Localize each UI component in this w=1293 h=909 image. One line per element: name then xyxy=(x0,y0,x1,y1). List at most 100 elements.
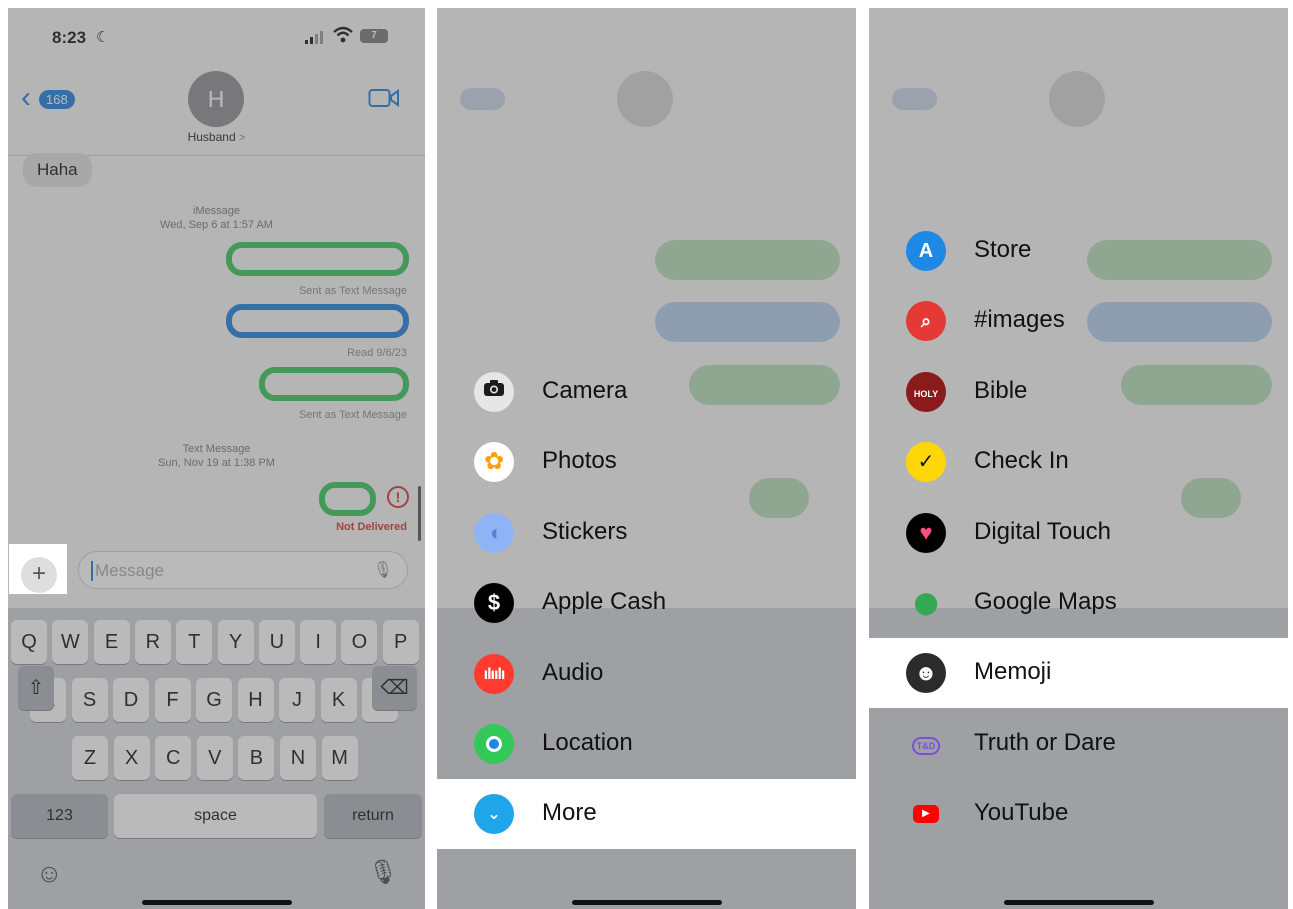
key-k[interactable]: K xyxy=(320,678,357,722)
key-e[interactable]: E xyxy=(93,620,130,664)
menu-item-stickers[interactable]: ◖ Stickers xyxy=(437,498,856,568)
key-d[interactable]: D xyxy=(113,678,149,722)
focus-moon-icon: ☾ xyxy=(96,29,110,46)
timestamp-service: iMessage xyxy=(192,205,241,217)
scroll-indicator xyxy=(418,486,421,541)
key-v[interactable]: V xyxy=(196,736,233,780)
menu-item-bible[interactable]: HOLY Bible xyxy=(869,357,1288,427)
key-h[interactable]: H xyxy=(237,678,274,722)
emoji-keyboard-icon[interactable]: ☺ xyxy=(36,858,63,889)
key-w[interactable]: W xyxy=(52,620,89,664)
key-g[interactable]: G xyxy=(196,678,232,722)
home-indicator xyxy=(571,900,722,905)
numbers-key[interactable]: 123 xyxy=(11,794,108,838)
menu-item-label: Photos xyxy=(542,447,617,475)
menu-item-digital-touch[interactable]: ♥ Digital Touch xyxy=(869,498,1288,568)
menu-item-camera[interactable]: Camera xyxy=(437,357,856,427)
key-m[interactable]: M xyxy=(321,736,358,780)
stickers-icon: ◖ xyxy=(474,512,514,553)
menu-item-label: Stickers xyxy=(542,517,628,545)
menu-item-apple-cash[interactable]: $ Apple Cash xyxy=(437,568,856,638)
menu-item-audio[interactable]: ılıılı Audio xyxy=(437,639,856,709)
menu-item-label: Apple Cash xyxy=(542,588,667,616)
home-indicator xyxy=(1003,900,1154,905)
key-t[interactable]: T xyxy=(176,620,213,664)
contact-name[interactable]: Husband > xyxy=(8,130,425,144)
key-z[interactable]: Z xyxy=(72,736,108,780)
images-icon: ⌕ xyxy=(906,301,946,342)
youtube-icon: ▶ xyxy=(906,794,946,834)
key-y[interactable]: Y xyxy=(217,620,254,664)
failed-message-bubble[interactable] xyxy=(319,482,376,516)
error-exclamation-icon[interactable]: ! xyxy=(387,486,409,508)
key-j[interactable]: J xyxy=(279,678,315,722)
menu-item-label: #images xyxy=(974,306,1065,334)
key-q[interactable]: Q xyxy=(11,620,47,664)
menu-item-label: Bible xyxy=(974,376,1028,404)
read-receipt: Read 9/6/23 xyxy=(347,347,407,359)
menu-item-check-in[interactable]: ✓ Check In xyxy=(869,427,1288,497)
more-icon: ⌄ xyxy=(474,794,514,835)
status-time: 8:23 xyxy=(52,28,87,47)
delivery-note: Sent as Text Message xyxy=(298,409,407,421)
received-message-bubble[interactable]: Haha xyxy=(23,153,92,187)
location-icon xyxy=(474,724,514,764)
key-r[interactable]: R xyxy=(134,620,171,664)
menu-item-photos[interactable]: ✿ Photos xyxy=(437,427,856,497)
key-b[interactable]: B xyxy=(238,736,275,780)
facetime-video-icon[interactable] xyxy=(368,88,400,108)
key-o[interactable]: O xyxy=(341,620,378,664)
more-apps-panel: A Store ⌕ #images HOLY Bible ✓ Check In ♥ Digital… xyxy=(869,8,1288,909)
cellular-signal-icon xyxy=(305,30,323,44)
menu-item-label: Camera xyxy=(542,377,628,404)
key-c[interactable]: C xyxy=(155,736,192,780)
menu-item-label: Check In xyxy=(974,447,1069,475)
home-indicator xyxy=(141,900,292,905)
digital-touch-icon: ♥ xyxy=(906,512,946,553)
menu-item-location[interactable]: Location xyxy=(437,709,856,779)
message-input[interactable]: Message 🎙 xyxy=(78,551,408,589)
keyboard-mic-icon[interactable]: 🎙 xyxy=(368,858,398,887)
delivery-note: Sent as Text Message xyxy=(298,285,407,297)
messages-conversation-panel: 8:23 ☾ 7 ‹ 168 H Husband > Haha iMessage… xyxy=(8,8,425,909)
menu-item-store[interactable]: A Store xyxy=(869,216,1288,286)
key-x[interactable]: X xyxy=(113,736,150,780)
battery-icon: 7 xyxy=(360,29,388,43)
sent-message-bubble[interactable] xyxy=(226,304,409,338)
key-f[interactable]: F xyxy=(154,678,191,722)
memoji-icon: ☻ xyxy=(906,653,946,694)
ghost-avatar xyxy=(1049,71,1105,127)
key-n[interactable]: N xyxy=(280,736,316,780)
menu-item-label: More xyxy=(542,799,597,827)
menu-item-label: Memoji xyxy=(974,658,1052,686)
return-key[interactable]: return xyxy=(324,794,422,838)
key-s[interactable]: S xyxy=(71,678,108,722)
bible-icon: HOLY xyxy=(906,371,946,412)
ghost-bubble xyxy=(655,302,840,342)
ghost-bubble xyxy=(655,240,840,280)
menu-item-google-maps[interactable]: ⬤ Google Maps xyxy=(869,568,1288,638)
menu-item-images[interactable]: ⌕ #images xyxy=(869,286,1288,356)
ghost-back-button xyxy=(892,88,937,110)
contact-avatar[interactable]: H xyxy=(188,71,244,127)
key-i[interactable]: I xyxy=(300,620,337,664)
timestamp-service: Text Message xyxy=(182,443,251,455)
menu-item-truth-or-dare[interactable]: T&D Truth or Dare xyxy=(869,709,1288,779)
unread-count-badge: 168 xyxy=(39,90,75,109)
menu-item-youtube[interactable]: ▶ YouTube xyxy=(869,779,1288,849)
menu-item-label: Store xyxy=(974,236,1032,263)
space-key[interactable]: space xyxy=(114,794,317,838)
dictation-mic-icon[interactable]: 🎙 xyxy=(373,560,393,580)
menu-item-memoji[interactable]: ☻ Memoji xyxy=(869,638,1288,709)
key-u[interactable]: U xyxy=(258,620,295,664)
plus-apps-button[interactable]: + xyxy=(21,557,57,593)
ghost-back-button xyxy=(460,88,505,110)
text-cursor xyxy=(91,561,93,581)
shift-key[interactable]: ⇧ xyxy=(18,666,54,710)
delete-key[interactable]: ⌫ xyxy=(372,666,417,710)
apple-cash-icon: $ xyxy=(474,583,514,624)
sent-message-bubble[interactable] xyxy=(226,242,409,276)
sent-message-bubble[interactable] xyxy=(259,367,409,401)
key-p[interactable]: P xyxy=(382,620,419,664)
menu-item-more[interactable]: ⌄ More xyxy=(437,779,856,850)
